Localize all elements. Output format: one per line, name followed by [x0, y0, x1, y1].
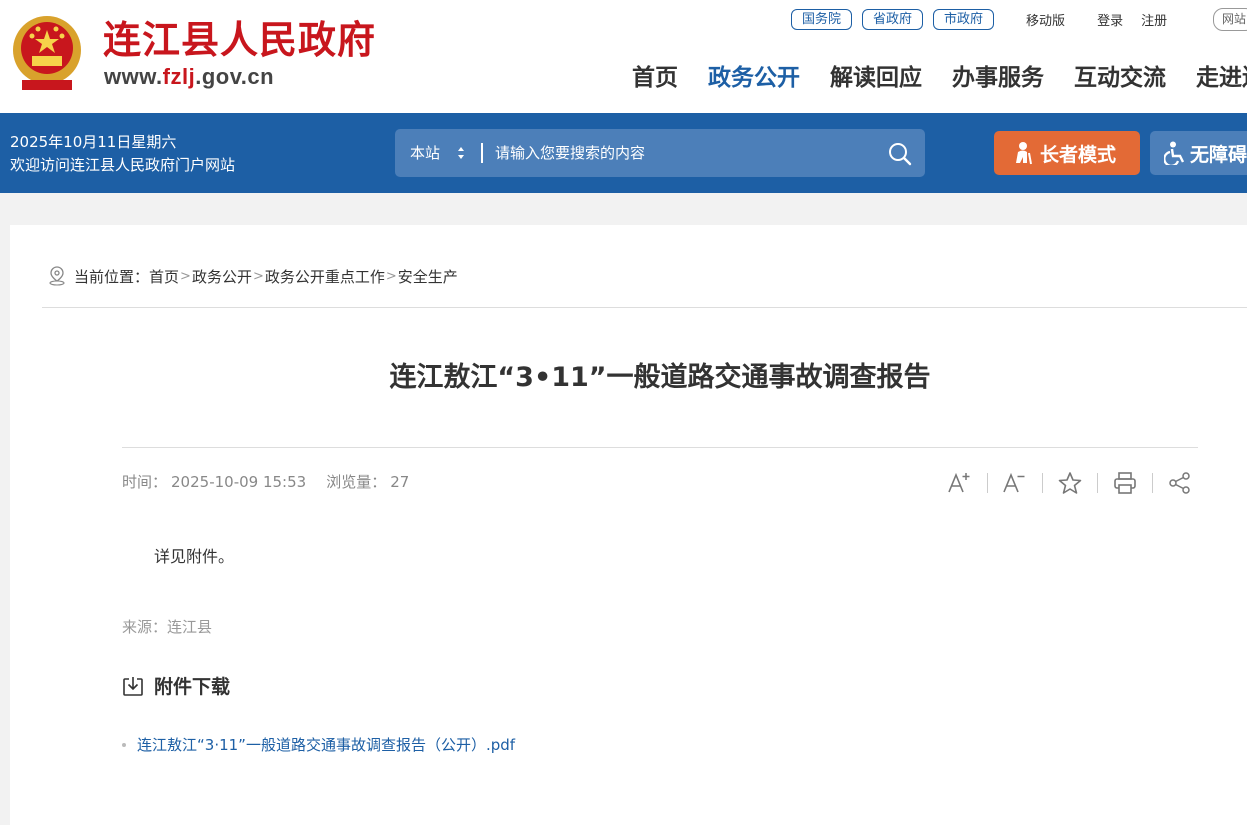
site-search-link[interactable]: 网站	[1213, 8, 1247, 31]
top-links: 国务院 省政府 市政府 移动版 登录 注册	[791, 8, 1167, 30]
font-decrease-icon	[1003, 472, 1025, 493]
welcome-text: 欢迎访问连江县人民政府门户网站	[10, 156, 236, 174]
domain-prefix: www.	[104, 64, 163, 89]
link-mobile[interactable]: 移动版	[1026, 10, 1065, 29]
breadcrumb-key-work[interactable]: 政务公开重点工作	[265, 266, 385, 287]
site-name[interactable]: 连江县人民政府	[103, 14, 376, 66]
link-state-council[interactable]: 国务院	[791, 8, 853, 30]
current-date: 2025年10月11日星期六	[10, 133, 177, 151]
article-tools	[945, 468, 1195, 498]
attachment-item: 连江敖江“3·11”一般道路交通事故调查报告（公开）.pdf	[122, 733, 515, 757]
nav-interaction[interactable]: 互动交流	[1074, 61, 1166, 95]
breadcrumb-separator: >	[180, 268, 191, 284]
domain-highlight: fzlj	[162, 64, 196, 89]
tool-divider	[1152, 473, 1153, 493]
attachments-heading: 附件下载	[122, 672, 230, 699]
elder-mode-button[interactable]: 长者模式	[994, 131, 1140, 175]
star-icon	[1058, 472, 1082, 494]
link-register[interactable]: 注册	[1141, 10, 1167, 29]
breadcrumb-safety[interactable]: 安全生产	[398, 266, 458, 287]
tool-divider	[987, 473, 988, 493]
location-pin-icon	[49, 266, 65, 286]
nav-services[interactable]: 办事服务	[952, 61, 1044, 95]
link-login[interactable]: 登录	[1097, 10, 1123, 29]
font-increase-icon	[948, 472, 970, 493]
breadcrumb-gov-open[interactable]: 政务公开	[192, 266, 252, 287]
download-icon	[123, 676, 143, 696]
site-domain: www.fzlj.gov.cn	[104, 64, 274, 90]
search-box: 本站	[395, 129, 925, 177]
breadcrumb: 当前位置： 首页 > 政务公开 > 政务公开重点工作 > 安全生产	[48, 264, 458, 288]
search-divider	[481, 143, 483, 163]
link-city[interactable]: 市政府	[933, 8, 995, 30]
font-decrease-button[interactable]	[1000, 468, 1030, 498]
nav-interpretation[interactable]: 解读回应	[830, 61, 922, 95]
breadcrumb-separator: >	[385, 268, 397, 284]
share-icon	[1169, 472, 1190, 494]
views-label: 浏览量：	[326, 473, 387, 491]
search-icon[interactable]	[887, 141, 913, 167]
nav-home[interactable]: 首页	[632, 61, 678, 95]
article-body: 详见附件。	[154, 547, 235, 566]
bullet-dot	[122, 743, 126, 747]
domain-suffix: .gov.cn	[195, 64, 275, 89]
tool-divider	[1097, 473, 1098, 493]
search-scope-select[interactable]: 本站	[410, 129, 440, 177]
site-header: 连江县人民政府 www.fzlj.gov.cn 国务院 省政府 市政府 移动版 …	[0, 0, 1247, 113]
printer-icon	[1114, 472, 1136, 494]
breadcrumb-separator: >	[252, 268, 264, 284]
accessibility-button[interactable]: 无障碍	[1150, 131, 1247, 175]
print-button[interactable]	[1110, 468, 1140, 498]
nav-about[interactable]: 走进连江	[1196, 61, 1247, 95]
divider	[42, 307, 1247, 308]
attachments-title: 附件下载	[154, 676, 231, 698]
font-increase-button[interactable]	[945, 468, 975, 498]
breadcrumb-home[interactable]: 首页	[149, 266, 179, 287]
elder-icon	[1016, 142, 1032, 165]
share-button[interactable]	[1165, 468, 1195, 498]
national-emblem-icon	[13, 16, 81, 90]
article-meta: 时间： 2025-10-09 15:53 浏览量： 27	[122, 471, 413, 493]
breadcrumb-label: 当前位置：	[74, 267, 150, 286]
attachment-link[interactable]: 连江敖江“3·11”一般道路交通事故调查报告（公开）.pdf	[137, 733, 515, 757]
time-label: 时间：	[122, 473, 168, 491]
source-label: 来源：	[122, 618, 168, 636]
favorite-button[interactable]	[1055, 468, 1085, 498]
wheelchair-icon	[1164, 141, 1185, 165]
main-nav: 首页 政务公开 解读回应 办事服务 互动交流 走进连江	[632, 61, 1247, 95]
accessibility-label: 无障碍	[1190, 143, 1247, 166]
sort-arrows-icon[interactable]	[457, 146, 465, 160]
source-value: 连江县	[167, 618, 213, 636]
article-source: 来源：连江县	[122, 616, 212, 638]
divider	[122, 447, 1198, 448]
views-count: 27	[390, 473, 410, 491]
publish-time: 2025-10-09 15:53	[171, 473, 307, 491]
search-input[interactable]	[495, 138, 875, 168]
nav-gov-open[interactable]: 政务公开	[708, 61, 800, 95]
article-title: 连江敖江“3•11”一般道路交通事故调查报告	[389, 362, 931, 393]
elder-mode-label: 长者模式	[1040, 143, 1117, 166]
tool-divider	[1042, 473, 1043, 493]
link-province[interactable]: 省政府	[862, 8, 924, 30]
